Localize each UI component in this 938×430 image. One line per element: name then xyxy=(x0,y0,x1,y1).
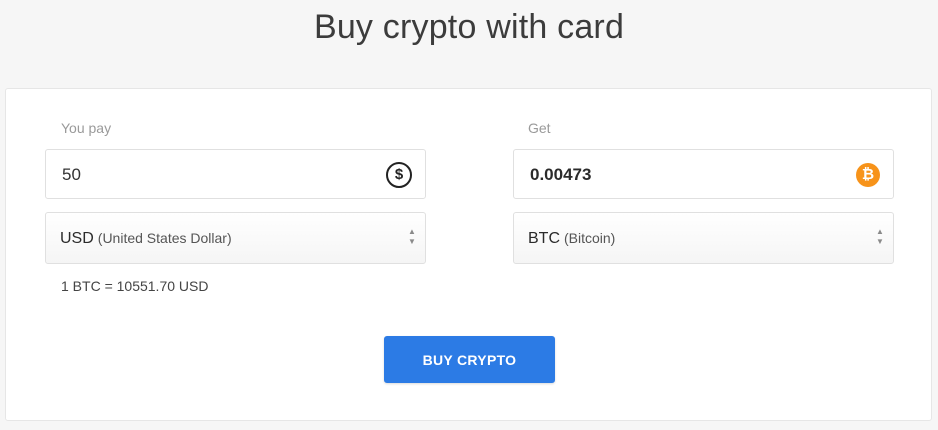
you-pay-label: You pay xyxy=(61,120,112,136)
pay-amount-field[interactable]: 50 $ xyxy=(45,149,426,199)
dollar-icon: $ xyxy=(386,162,412,188)
pay-currency-name: (United States Dollar) xyxy=(97,230,232,246)
pay-amount-value[interactable]: 50 xyxy=(62,165,81,185)
get-amount-value[interactable]: 0.00473 xyxy=(530,165,591,185)
select-arrows-icon: ▲ ▼ xyxy=(408,227,416,246)
exchange-rate: 1 BTC = 10551.70 USD xyxy=(61,278,209,294)
get-currency-text: BTC (Bitcoin) xyxy=(528,230,615,248)
exchange-card: You pay Get 50 $ 0.00473 ₿ USD (United St… xyxy=(5,88,932,421)
buy-crypto-button[interactable]: BUY CRYPTO xyxy=(384,336,555,383)
get-currency-code: BTC xyxy=(528,230,560,247)
pay-currency-code: USD xyxy=(60,230,94,247)
get-amount-field[interactable]: 0.00473 ₿ xyxy=(513,149,894,199)
page-title: Buy crypto with card xyxy=(313,8,625,46)
get-currency-name: (Bitcoin) xyxy=(564,230,616,246)
bitcoin-icon: ₿ xyxy=(856,163,880,187)
get-currency-select[interactable]: BTC (Bitcoin) ▲ ▼ xyxy=(513,212,894,264)
pay-currency-text: USD (United States Dollar) xyxy=(60,230,232,248)
get-label: Get xyxy=(528,120,551,136)
select-arrows-icon: ▲ ▼ xyxy=(876,227,884,246)
pay-currency-select[interactable]: USD (United States Dollar) ▲ ▼ xyxy=(45,212,426,264)
